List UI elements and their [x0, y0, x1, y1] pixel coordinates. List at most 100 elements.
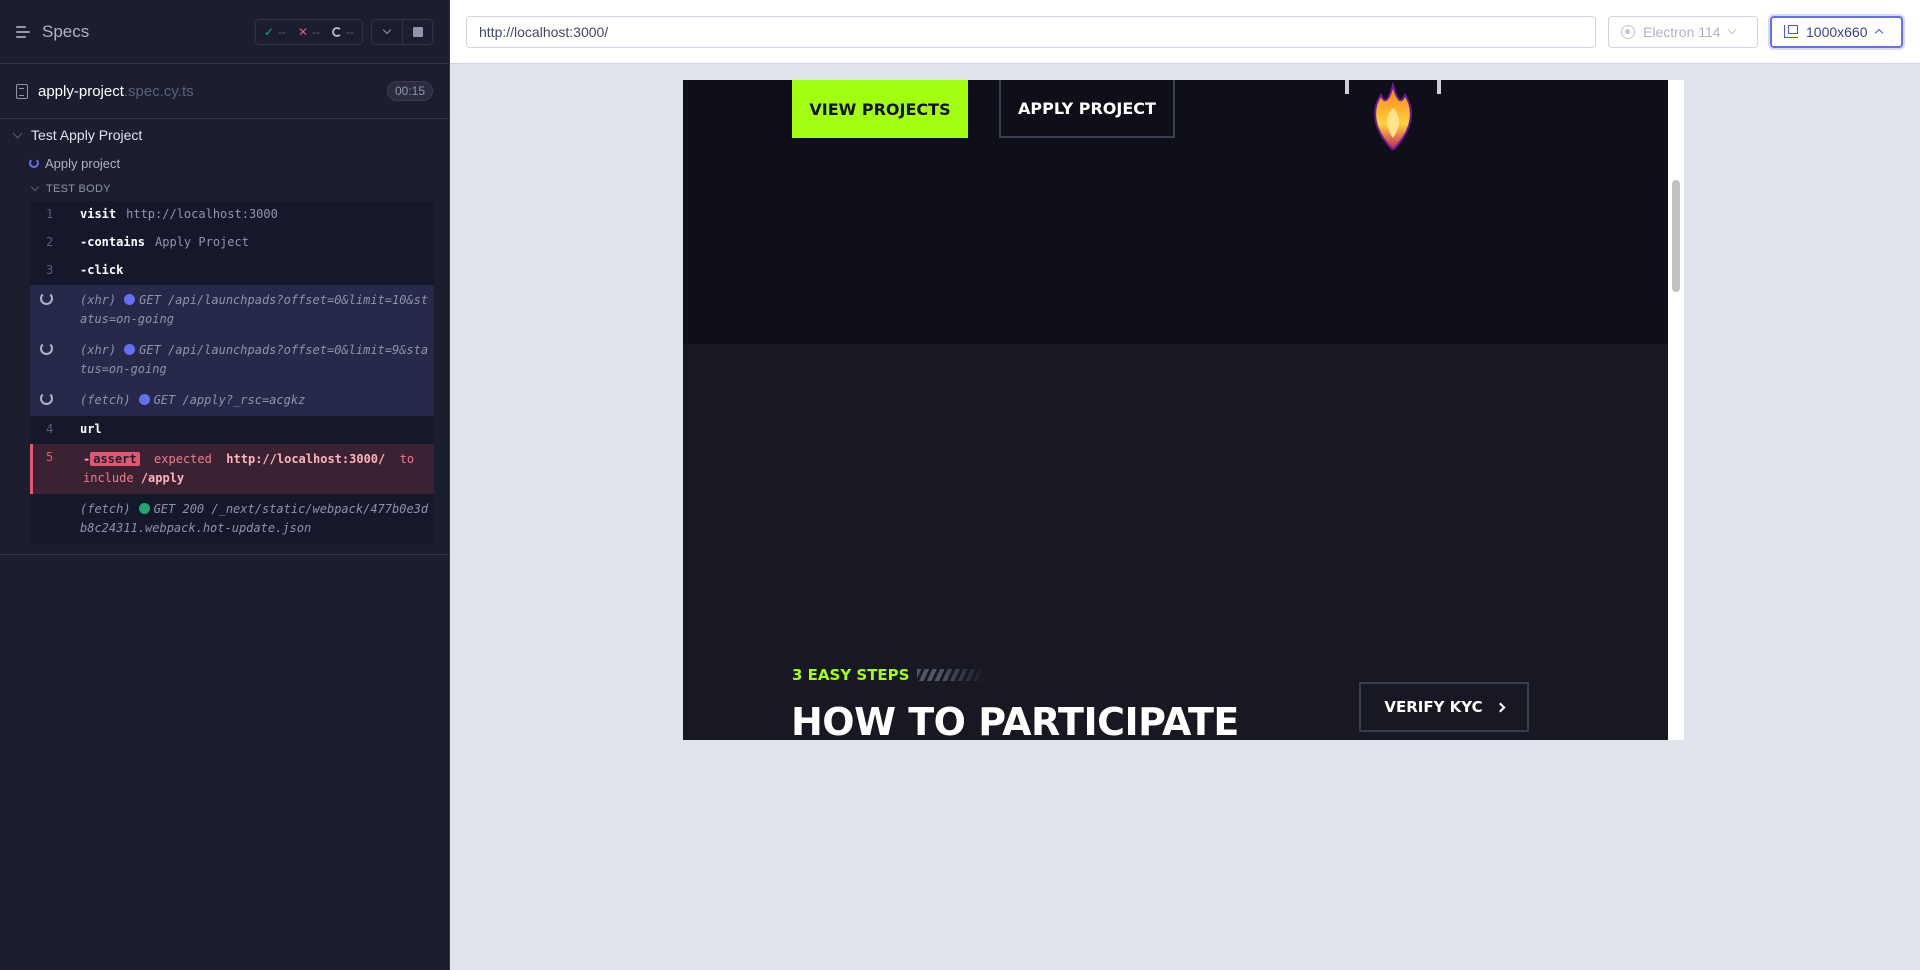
stop-button[interactable]	[402, 19, 432, 44]
loading-icon	[40, 292, 53, 305]
command-name: url	[80, 422, 102, 436]
running-spinner-icon	[29, 158, 39, 168]
browser-label: Electron 114	[1643, 23, 1721, 40]
cypress-runner: Specs ✓ -- ✕ -- -- apply-project .spec.cy.…	[0, 0, 1920, 970]
divider	[0, 554, 450, 555]
pending-dot-icon	[138, 394, 150, 405]
viewport-icon	[1784, 25, 1798, 38]
steps-label: 3 EASY STEPS	[792, 666, 910, 684]
command-number: 1	[46, 207, 54, 221]
suite-title-row[interactable]: Test Apply Project	[0, 121, 449, 149]
spec-name: apply-project	[38, 82, 124, 100]
steps-row: 3 EASY STEPS	[792, 666, 988, 684]
controls-group	[371, 18, 433, 45]
command-number: 2	[46, 235, 54, 249]
electron-icon	[1621, 24, 1635, 39]
viewport-button[interactable]: 1000x660	[1770, 15, 1903, 48]
loading-icon	[40, 392, 53, 405]
section-title: HOW TO PARTICIPATE	[791, 700, 1239, 740]
request-row[interactable]: (fetch) GET /apply?_rsc=acgkz	[30, 385, 434, 416]
command-name: visit	[80, 207, 117, 221]
assert-badge: assert	[90, 452, 140, 466]
request-message: (fetch) GET 200 /_next/static/webpack/477…	[80, 500, 430, 538]
hero-section: VIEW PROJECTS APPLY PROJECT	[683, 80, 1668, 344]
command-number: 3	[46, 263, 54, 277]
stats-bar: ✓ -- ✕ -- --	[254, 18, 433, 45]
x-icon: ✕	[297, 24, 308, 39]
aut-scrollbar[interactable]	[1668, 80, 1684, 740]
command-log: 1 visit http://localhost:3000 2 -contain…	[30, 201, 434, 544]
request-type: (xhr)	[80, 343, 117, 357]
reporter-panel: Specs ✓ -- ✕ -- -- apply-project .spec.cy.…	[0, 0, 450, 970]
command-row[interactable]: 2 -contains Apply Project	[30, 229, 434, 257]
success-dot-icon	[138, 503, 150, 514]
flame-icon	[1345, 80, 1441, 150]
document-icon	[16, 83, 28, 99]
request-row[interactable]: (xhr) GET /api/launchpads?offset=0&limit=…	[30, 335, 434, 385]
spec-file-row[interactable]: apply-project .spec.cy.ts 00:15	[0, 64, 449, 119]
chevron-up-icon	[1874, 28, 1883, 38]
request-row[interactable]: (xhr) GET /api/launchpads?offset=0&limit=…	[30, 285, 434, 335]
command-message: http://localhost:3000	[126, 207, 278, 221]
collapse-button[interactable]	[372, 20, 402, 44]
request-type: (fetch)	[80, 502, 131, 516]
pending-stat: --	[332, 25, 354, 39]
aut-iframe: VIEW PROJECTS APPLY PROJECT 3 EASY STEPS…	[683, 80, 1668, 740]
request-type: (xhr)	[80, 293, 117, 307]
suite-title: Test Apply Project	[31, 127, 143, 143]
assert-actual: http://localhost:3000/	[226, 452, 386, 466]
test-body-row[interactable]: TEST BODY	[0, 177, 449, 201]
test-title-row[interactable]: Apply project	[0, 149, 449, 177]
stop-icon	[412, 26, 423, 37]
chevron-down-icon	[1727, 25, 1736, 35]
browser-selector[interactable]: Electron 114	[1608, 15, 1758, 48]
specs-list-icon[interactable]	[16, 25, 32, 39]
pending-dot-icon	[124, 294, 136, 305]
specs-title[interactable]: Specs	[42, 22, 89, 42]
chevron-down-icon	[30, 182, 40, 192]
url-bar[interactable]: http://localhost:3000/	[466, 15, 1596, 48]
command-row[interactable]: 1 visit http://localhost:3000	[30, 201, 434, 229]
assert-expected-label: expected	[154, 452, 212, 466]
command-message: Apply Project	[155, 235, 249, 249]
command-row[interactable]: 4 url	[30, 416, 434, 444]
request-message: (xhr) GET /api/launchpads?offset=0&limit=…	[80, 291, 430, 329]
stripes-decoration	[917, 669, 988, 681]
view-projects-button[interactable]: VIEW PROJECTS	[792, 80, 968, 138]
failed-assert-row[interactable]: 5 - assert expected http://localhost:3000…	[30, 444, 434, 494]
passed-stat: ✓ --	[264, 25, 286, 39]
reporter-header: Specs ✓ -- ✕ -- --	[0, 0, 449, 64]
stats-group: ✓ -- ✕ -- --	[254, 18, 363, 45]
check-icon: ✓	[263, 24, 274, 39]
passed-count: --	[277, 24, 286, 39]
spec-extension: .spec.cy.ts	[123, 82, 194, 100]
request-text: GET 200 /_next/static/webpack/477b0e3db8…	[80, 502, 429, 535]
verify-kyc-button[interactable]: VERIFY KYC	[1359, 682, 1529, 732]
chevron-down-icon	[382, 25, 392, 35]
command-name: -contains	[80, 235, 146, 249]
command-number: 4	[46, 422, 54, 436]
request-message: (fetch) GET /apply?_rsc=acgkz	[80, 391, 430, 410]
test-title: Apply project	[45, 155, 121, 171]
pending-icon	[332, 26, 342, 37]
assert-message: - assert expected http://localhost:3000/ …	[83, 450, 433, 488]
apply-project-button[interactable]: APPLY PROJECT	[999, 80, 1175, 138]
command-number: 5	[46, 450, 54, 464]
chevron-right-icon	[1495, 702, 1506, 712]
assert-expected-value: /apply	[140, 471, 185, 485]
request-type: (fetch)	[80, 393, 131, 407]
pending-count: --	[346, 24, 354, 39]
test-body-label: TEST BODY	[46, 183, 111, 195]
viewport-label: 1000x660	[1806, 23, 1868, 40]
command-row[interactable]: 3 -click	[30, 257, 434, 285]
pending-dot-icon	[124, 344, 136, 355]
aut-header: http://localhost:3000/ Electron 114 1000…	[450, 0, 1920, 64]
loading-icon	[40, 342, 53, 355]
scrollbar-thumb[interactable]	[1672, 180, 1680, 292]
failed-stat: ✕ --	[298, 25, 320, 39]
command-name: -click	[80, 263, 124, 277]
request-status	[30, 291, 80, 305]
request-row[interactable]: (fetch) GET 200 /_next/static/webpack/477…	[30, 494, 434, 544]
spec-duration: 00:15	[386, 81, 433, 101]
app-under-test-panel: http://localhost:3000/ Electron 114 1000…	[450, 0, 1920, 970]
